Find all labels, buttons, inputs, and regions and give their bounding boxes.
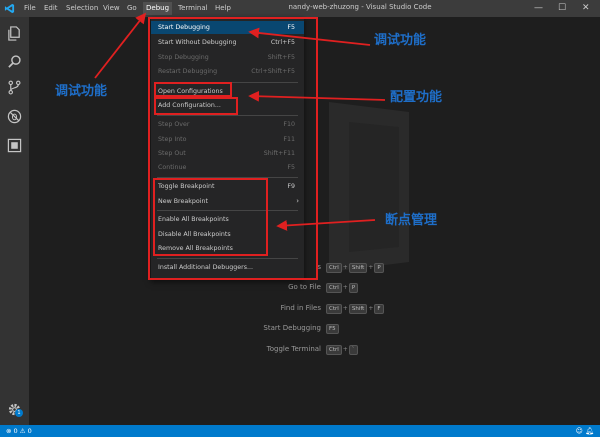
key: Ctrl <box>326 283 342 293</box>
debug-icon[interactable] <box>7 109 22 124</box>
shortcut-go-to-file: Go to File <box>288 283 321 291</box>
key: Shift <box>348 304 368 314</box>
annotation-label-debug-right: 调试功能 <box>374 33 427 48</box>
annotation-add-config-box <box>154 97 238 115</box>
key: Shift <box>348 263 368 273</box>
annotation-label-debug-left: 调试功能 <box>55 84 108 99</box>
annotation-breakpoints-box <box>153 178 268 256</box>
extensions-icon[interactable] <box>7 138 22 153</box>
bell-icon[interactable]: 🔔︎ <box>585 427 594 435</box>
close-button[interactable]: ✕ <box>582 2 590 14</box>
key: P <box>374 263 384 273</box>
shortcut-start-debugging: Start Debugging <box>263 324 321 332</box>
error-icon: ⊗ <box>6 427 12 435</box>
annotation-open-config-box <box>154 82 232 97</box>
status-bar: ⊗ 0 ⚠ 0 ☺ 🔔︎ <box>0 425 600 437</box>
warning-count: 0 <box>27 427 32 435</box>
problems-indicator[interactable]: ⊗ 0 ⚠ 0 <box>6 426 32 436</box>
warning-icon: ⚠ <box>19 427 26 435</box>
key: ` <box>348 345 358 355</box>
shortcut-keys-show-all: Ctrl + Shift + P <box>326 263 384 282</box>
minimize-button[interactable]: — <box>534 2 543 14</box>
annotation-label-config: 配置功能 <box>390 90 443 105</box>
settings-badge: 1 <box>15 409 23 417</box>
explorer-icon[interactable] <box>7 26 22 41</box>
key: Ctrl <box>326 263 342 273</box>
shortcut-keys-go-to-file: Ctrl + P <box>326 283 359 302</box>
error-count: 0 <box>13 427 18 435</box>
key: P <box>348 283 359 293</box>
feedback-icon[interactable]: ☺ <box>576 427 583 435</box>
shortcut-find-in-files: Find in Files <box>280 304 321 312</box>
window-title: nandy-web-zhuzong - Visual Studio Code <box>288 3 432 11</box>
title-bar: File Edit Selection View Go Debug Termin… <box>0 0 600 17</box>
key: Ctrl <box>326 304 342 314</box>
activity-bar <box>0 17 29 425</box>
key: F5 <box>326 324 339 334</box>
key: F <box>374 304 384 314</box>
vscode-watermark-icon <box>329 102 409 272</box>
maximize-button[interactable]: ☐ <box>558 2 566 14</box>
shortcut-keys-start-debugging: F5 <box>326 324 339 343</box>
shortcut-keys-toggle-terminal: Ctrl + ` <box>326 345 358 364</box>
shortcut-toggle-terminal: Toggle Terminal <box>266 345 321 353</box>
status-right-icons: ☺ 🔔︎ <box>576 426 594 436</box>
annotation-label-breakpoints: 断点管理 <box>385 213 438 228</box>
source-control-icon[interactable] <box>7 80 22 95</box>
key: Ctrl <box>326 345 342 355</box>
shortcut-keys-find-in-files: Ctrl + Shift + F <box>326 304 384 323</box>
search-icon[interactable] <box>7 54 22 69</box>
